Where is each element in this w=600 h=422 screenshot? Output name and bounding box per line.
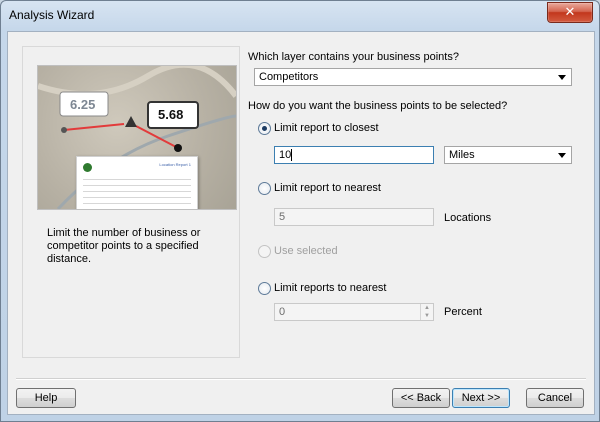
back-button[interactable]: << Back xyxy=(392,388,450,408)
layer-selected-value: Competitors xyxy=(259,71,319,83)
distance-line-left xyxy=(63,123,125,131)
option-limit-closest-label: Limit report to closest xyxy=(274,122,379,134)
illustration-description: Limit the number of business or competit… xyxy=(47,227,201,265)
cancel-button[interactable]: Cancel xyxy=(526,388,584,408)
business-point-triangle xyxy=(125,116,137,127)
radio-limit-percent[interactable] xyxy=(258,282,271,295)
percent-value: 0 xyxy=(279,306,286,318)
footer-separator xyxy=(16,378,586,380)
percent-input[interactable]: 0 ▲ ▼ xyxy=(274,303,434,321)
chevron-down-icon xyxy=(558,153,566,158)
close-button[interactable]: ✕ xyxy=(547,2,593,23)
layer-question-label: Which layer contains your business point… xyxy=(248,51,459,63)
dialog-client-area: 6.25 5.68 Location Report 1 Limit the nu… xyxy=(7,31,595,415)
option-limit-percent-label: Limit reports to nearest xyxy=(274,282,387,294)
units-dropdown[interactable]: Miles xyxy=(444,146,572,164)
nearest-count-input[interactable]: 5 xyxy=(274,208,434,226)
spin-down-icon[interactable]: ▼ xyxy=(421,312,433,320)
business-point-right xyxy=(174,144,182,152)
next-button[interactable]: Next >> xyxy=(452,388,510,408)
report-title: Location Report 1 xyxy=(159,162,191,167)
callout-right-value: 5.68 xyxy=(158,107,184,122)
business-point-left xyxy=(61,127,67,133)
percent-spinner[interactable]: ▲ ▼ xyxy=(420,304,433,320)
radio-limit-nearest[interactable] xyxy=(258,182,271,195)
analysis-wizard-window: Analysis Wizard ✕ 6.25 5.68 Location Rep… xyxy=(0,0,600,422)
illustration-image: 6.25 5.68 Location Report 1 xyxy=(37,65,237,210)
close-icon: ✕ xyxy=(564,4,576,19)
title-bar[interactable]: Analysis Wizard ✕ xyxy=(1,1,599,31)
percent-unit-label: Percent xyxy=(444,306,482,318)
spin-up-icon[interactable]: ▲ xyxy=(421,304,433,312)
report-preview: Location Report 1 xyxy=(76,156,198,209)
option-limit-nearest-label: Limit report to nearest xyxy=(274,182,381,194)
callout-left-value: 6.25 xyxy=(70,97,96,112)
help-button[interactable]: Help xyxy=(16,388,76,408)
layer-dropdown[interactable]: Competitors xyxy=(254,68,572,86)
window-title: Analysis Wizard xyxy=(9,8,95,22)
closest-distance-input[interactable]: 10 xyxy=(274,146,434,164)
radio-limit-closest[interactable] xyxy=(258,122,271,135)
radio-use-selected[interactable] xyxy=(258,245,271,258)
closest-distance-value: 10 xyxy=(279,149,292,161)
text-caret xyxy=(291,149,293,162)
illustration-panel: 6.25 5.68 Location Report 1 Limit the nu… xyxy=(22,46,240,358)
selection-question-label: How do you want the business points to b… xyxy=(248,100,508,112)
nearest-count-value: 5 xyxy=(279,211,286,223)
locations-unit-label: Locations xyxy=(444,212,492,224)
units-selected-value: Miles xyxy=(449,149,475,161)
option-use-selected-label: Use selected xyxy=(274,245,338,257)
report-logo xyxy=(83,163,92,172)
report-lines xyxy=(83,179,191,205)
chevron-down-icon xyxy=(558,75,566,80)
